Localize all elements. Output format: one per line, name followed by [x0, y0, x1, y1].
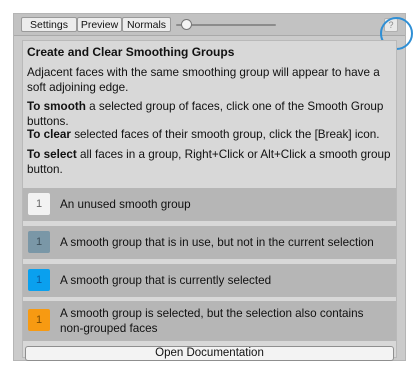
swatch-in-use: 1: [28, 231, 50, 253]
swatch-selected: 1: [28, 269, 50, 291]
toolbar: Settings Preview Normals ?: [14, 14, 413, 50]
legend-row-unused: 1 An unused smooth group: [23, 188, 396, 221]
page-title: Create and Clear Smoothing Groups: [27, 45, 235, 59]
clear-instruction-bold: To clear: [27, 128, 71, 141]
clear-instruction: To clear selected faces of their smooth …: [27, 127, 393, 142]
intro-text: Adjacent faces with the same smoothing g…: [27, 66, 380, 94]
smooth-instruction: To smooth a selected group of faces, cli…: [27, 99, 393, 129]
tab-normals[interactable]: Normals: [122, 17, 171, 32]
clear-instruction-text: selected faces of their smooth group, cl…: [70, 128, 380, 141]
smoothing-window: Settings Preview Normals ? Create and Cl…: [13, 13, 413, 361]
tab-settings[interactable]: Settings: [21, 17, 77, 32]
legend-row-selected: 1 A smooth group that is currently selec…: [23, 264, 396, 297]
open-documentation-button[interactable]: Open Documentation: [25, 346, 394, 361]
smooth-instruction-bold: To smooth: [27, 100, 86, 113]
legend-label: A smooth group that is currently selecte…: [60, 274, 272, 287]
tab-preview[interactable]: Preview: [77, 17, 122, 32]
select-instruction-bold: To select: [27, 148, 77, 161]
select-instruction: To select all faces in a group, Right+Cl…: [27, 147, 393, 177]
preview-slider-thumb[interactable]: [181, 19, 192, 30]
swatch-unused: 1: [28, 193, 50, 215]
legend-label: A smooth group that is in use, but not i…: [60, 236, 374, 249]
help-content: Create and Clear Smoothing Groups Adjace…: [22, 40, 397, 361]
legend-row-mixed: 1 A smooth group is selected, but the se…: [23, 301, 396, 341]
swatch-mixed: 1: [28, 309, 50, 331]
legend-row-in-use: 1 A smooth group that is in use, but not…: [23, 226, 396, 259]
legend-label: An unused smooth group: [60, 198, 191, 211]
legend-label: A smooth group is selected, but the sele…: [60, 307, 364, 335]
select-instruction-text: all faces in a group, Right+Click or Alt…: [27, 148, 391, 176]
